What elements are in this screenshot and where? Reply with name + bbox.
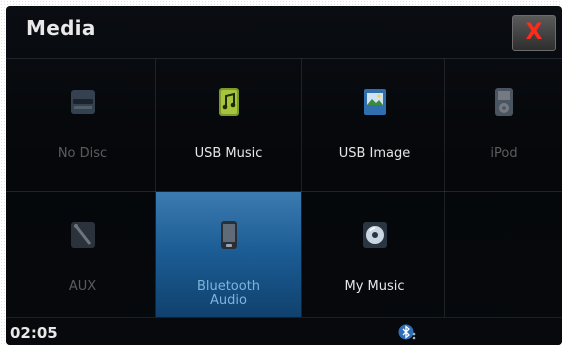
status-bar: 02:05	[6, 317, 562, 345]
source-label: USB Image	[338, 146, 411, 161]
close-icon: X	[525, 20, 543, 45]
cd-icon	[362, 222, 387, 248]
source-label: No Disc	[57, 146, 108, 161]
source-my-music[interactable]: My Music	[302, 192, 447, 322]
clock: 02:05	[10, 324, 58, 342]
source-aux[interactable]: AUX	[10, 192, 155, 322]
media-source-grid: No Disc USB Music USB Image iPod AUX Blu…	[6, 59, 562, 322]
source-label: AUX	[68, 279, 97, 294]
source-label: iPod	[490, 146, 518, 161]
media-screen: Media X No Disc USB Music USB Image iPod…	[6, 6, 562, 345]
window-title: Media	[26, 16, 96, 40]
source-usb-image[interactable]: USB Image	[302, 59, 447, 189]
source-usb-music[interactable]: USB Music	[156, 59, 301, 189]
source-label: USB Music	[194, 146, 263, 161]
aux-cable-icon	[70, 222, 95, 248]
bluetooth-phone-icon	[220, 221, 237, 249]
source-label: Bluetooth Audio	[196, 279, 261, 308]
source-no-disc[interactable]: No Disc	[10, 59, 155, 189]
close-button[interactable]: X	[512, 15, 556, 51]
source-label: My Music	[344, 279, 405, 294]
ipod-icon	[495, 88, 513, 116]
usb-music-icon	[218, 88, 239, 116]
source-ipod[interactable]: iPod	[446, 59, 562, 189]
usb-image-icon	[363, 89, 386, 115]
source-bluetooth-audio[interactable]: Bluetooth Audio	[156, 192, 301, 322]
disc-tray-icon	[70, 90, 95, 114]
bluetooth-icon	[398, 324, 416, 340]
